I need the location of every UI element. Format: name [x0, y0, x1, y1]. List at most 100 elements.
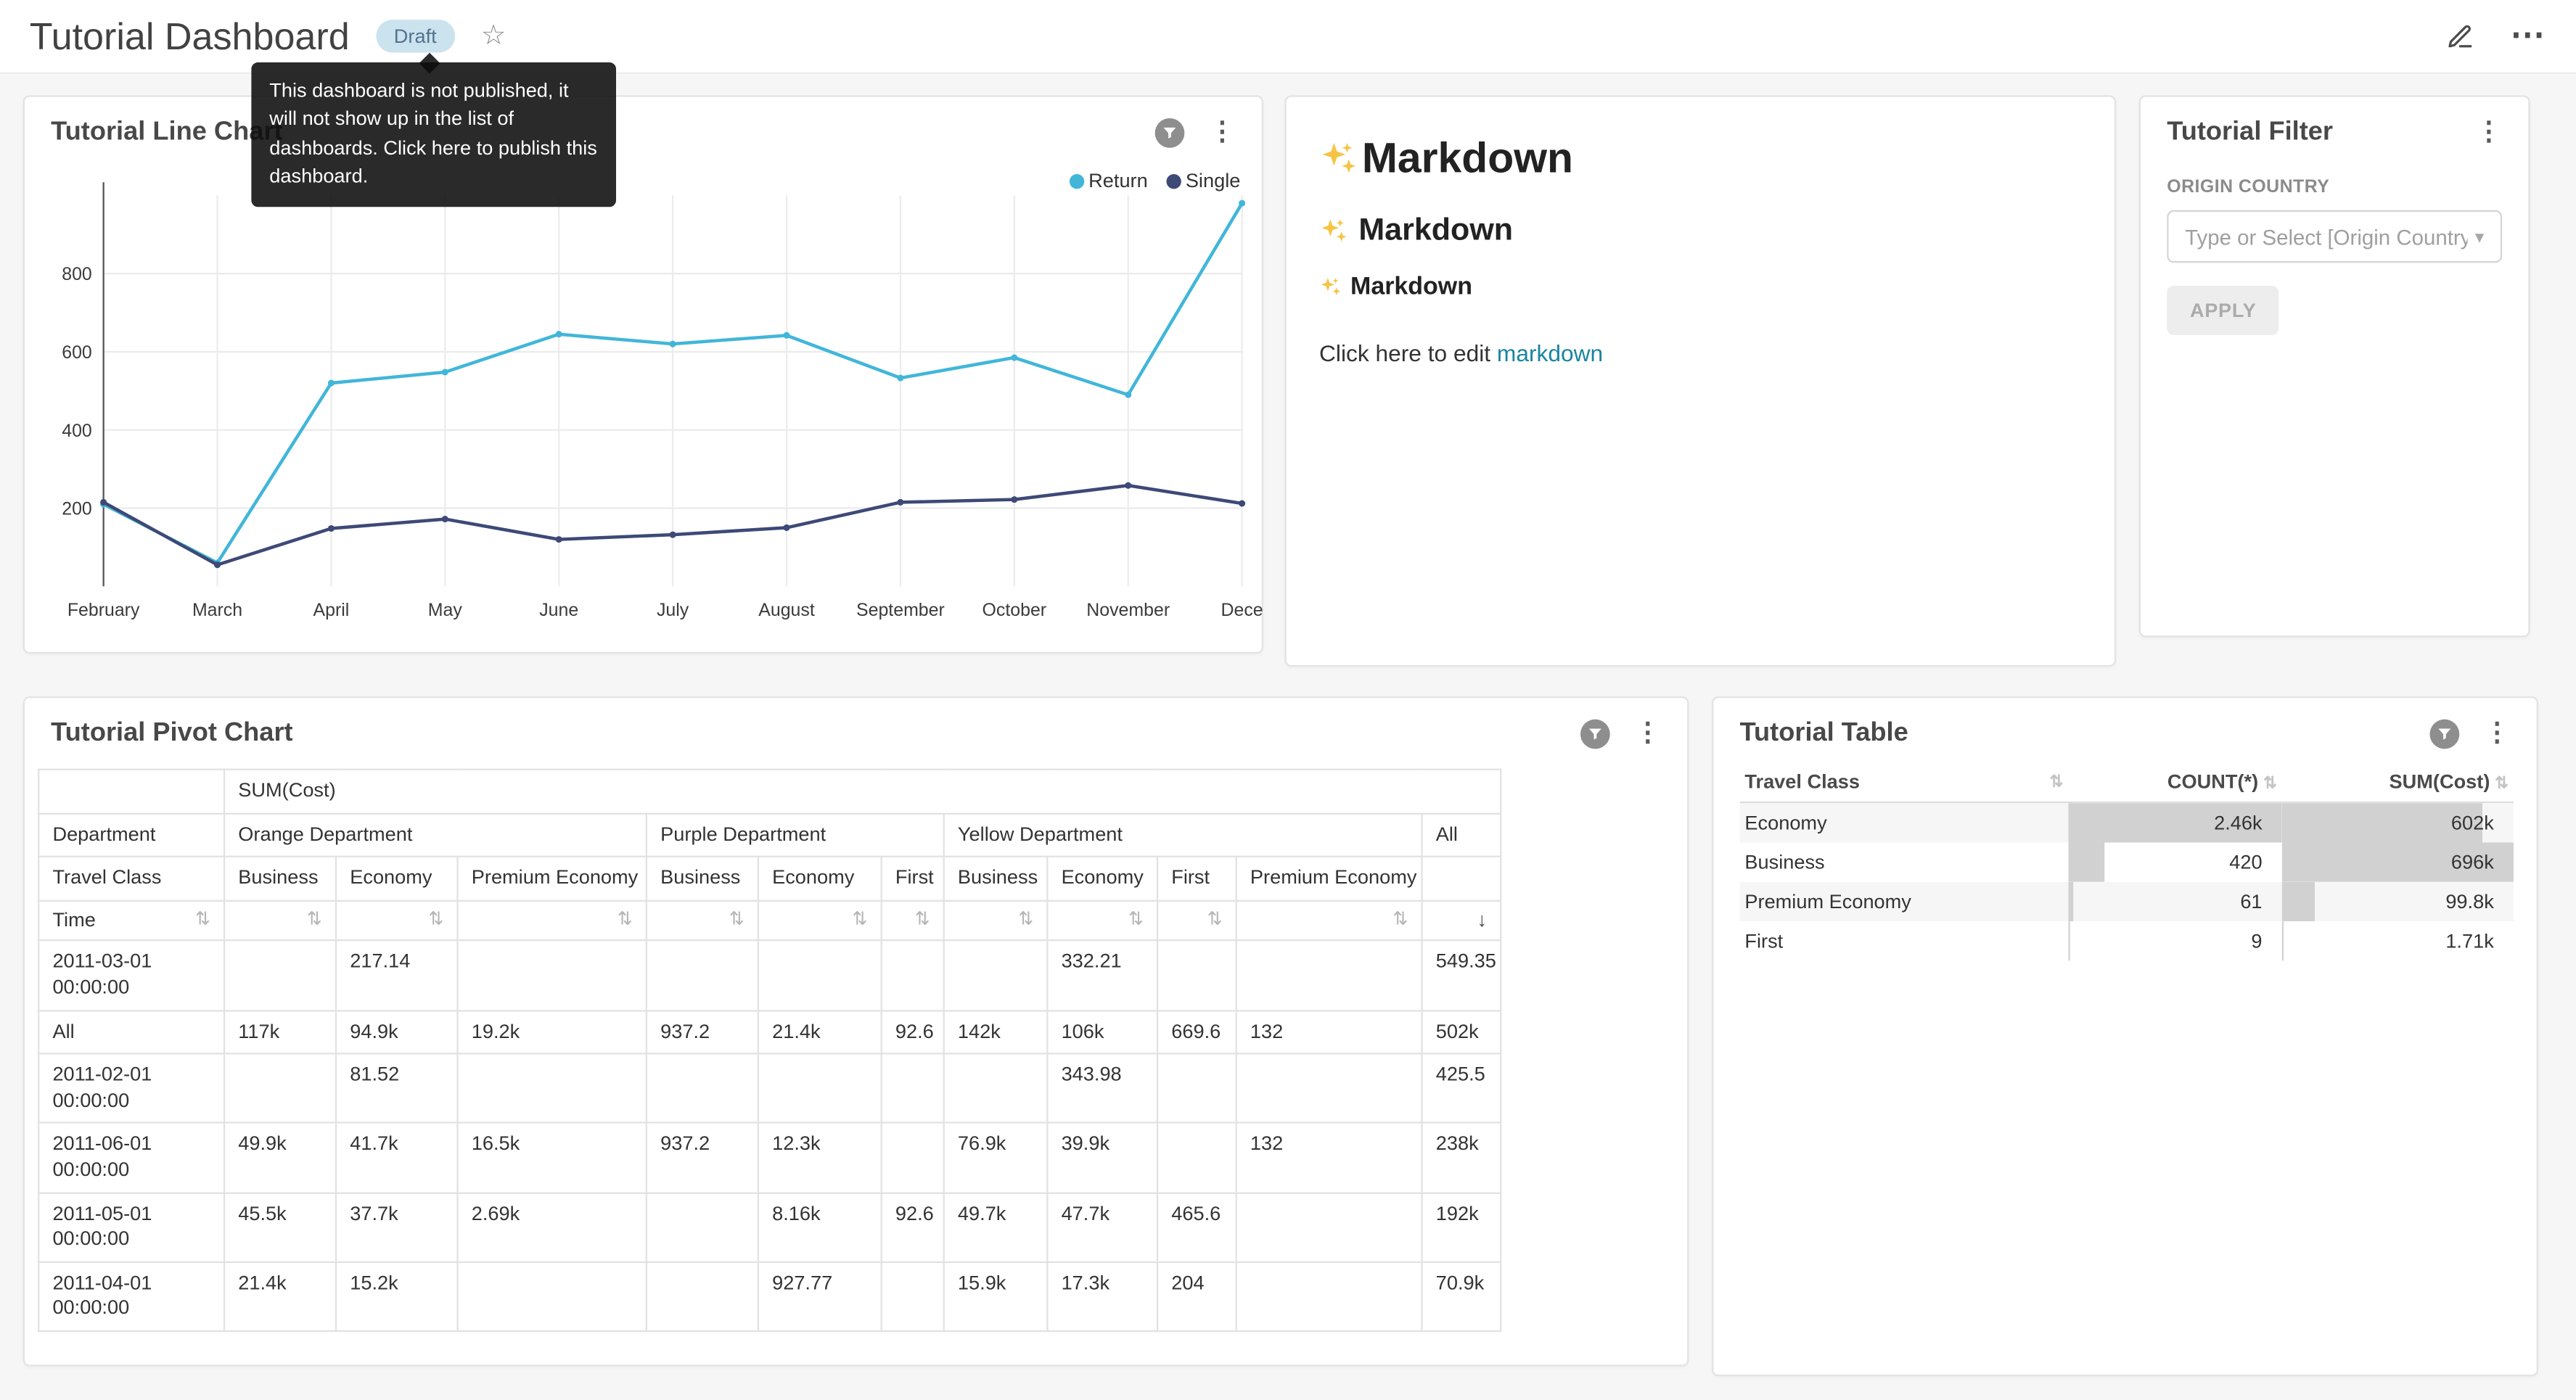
pivot-sort-toggle-icon[interactable]: ⇅ [647, 900, 758, 941]
table-cell-count: 9 [2068, 921, 2281, 960]
apply-button[interactable]: APPLY [2167, 286, 2279, 335]
pivot-time-sort[interactable]: Time⇅ [38, 900, 224, 941]
pivot-cell: 19.2k [458, 1010, 647, 1054]
pivot-sort-toggle-icon[interactable]: ⇅ [1157, 900, 1236, 941]
edit-pencil-icon[interactable] [2446, 22, 2474, 50]
pivot-cell: 81.52 [336, 1054, 458, 1124]
filter-badge-icon[interactable] [1155, 118, 1185, 148]
pivot-cell: 21.4k [224, 1261, 336, 1331]
chart-legend: Return Single [1069, 169, 1240, 192]
pivot-cell: 17.3k [1047, 1261, 1157, 1331]
pivot-metric-row: SUM(Cost) [38, 770, 1501, 813]
table-cell-travel-class: First [1740, 921, 2069, 960]
svg-text:April: April [313, 600, 350, 620]
pivot-sort-toggle-icon[interactable]: ⇅ [758, 900, 882, 941]
favorite-star-icon[interactable]: ☆ [481, 20, 506, 52]
markdown-heading-2: Markdown [1319, 213, 2082, 250]
markdown-edit-link[interactable]: markdown [1497, 340, 1603, 366]
pivot-cell [647, 941, 758, 1010]
table-row: Business420696k [1740, 841, 2514, 881]
pivot-cell [758, 1054, 882, 1124]
pivot-cell: 204 [1157, 1261, 1236, 1331]
pivot-cell [647, 1261, 758, 1331]
line-chart-card-header: Tutorial Line Chart ⋮ [25, 97, 1262, 158]
draft-badge[interactable]: Draft [376, 20, 455, 53]
pivot-col-header: First [1157, 857, 1236, 900]
col-header-sum[interactable]: SUM(Cost)⇅ [2282, 762, 2514, 802]
filter-badge-icon[interactable] [2430, 720, 2460, 749]
kebab-menu-icon[interactable]: ⋮ [1209, 120, 1235, 146]
svg-text:600: 600 [62, 342, 92, 363]
table-card-title: Tutorial Table [1740, 720, 1908, 749]
kebab-menu-icon[interactable]: ⋮ [2476, 120, 2502, 146]
pivot-cell: 2.69k [458, 1193, 647, 1262]
pivot-sort-toggle-icon[interactable]: ⇅ [224, 900, 336, 941]
pivot-cell: 332.21 [1047, 941, 1157, 1010]
svg-text:September: September [856, 600, 945, 620]
pivot-cell [944, 941, 1048, 1010]
pivot-department-row: DepartmentOrange DepartmentPurple Depart… [38, 813, 1501, 857]
pivot-sort-toggle-icon[interactable]: ⇅ [1047, 900, 1157, 941]
pivot-cell: 70.9k [1422, 1261, 1501, 1331]
select-placeholder: Type or Select [Origin Country] [2185, 224, 2468, 249]
pivot-cell [1157, 941, 1236, 1010]
pivot-col-group: Orange Department [224, 813, 647, 857]
pivot-cell: 465.6 [1157, 1193, 1236, 1262]
filter-card-title: Tutorial Filter [2167, 118, 2333, 148]
pivot-cell: 92.6 [882, 1010, 944, 1054]
pivot-sort-toggle-icon[interactable]: ⇅ [882, 900, 944, 941]
col-header-count[interactable]: COUNT(*)⇅ [2068, 762, 2281, 802]
pivot-cell [1157, 1123, 1236, 1193]
pivot-sort-row: Time⇅⇅⇅⇅⇅⇅⇅⇅⇅⇅⇅↓ [38, 900, 1501, 941]
table-cell-sum: 602k [2282, 802, 2514, 841]
sort-icon: ⇅ [2050, 773, 2064, 791]
filter-card-header: Tutorial Filter ⋮ [2141, 97, 2528, 158]
table-cell-sum: 1.71k [2282, 921, 2514, 960]
pivot-sort-toggle-icon[interactable]: ⇅ [458, 900, 647, 941]
data-table: Travel Class⇅COUNT(*)⇅SUM(Cost)⇅Economy2… [1740, 762, 2514, 960]
kebab-menu-icon[interactable]: ⋮ [1635, 721, 1661, 747]
pivot-cell [882, 941, 944, 1010]
more-options-icon[interactable]: ⋯ [2510, 26, 2546, 47]
pivot-col-header: Economy [1047, 857, 1157, 900]
sort-icon: ⇅ [2263, 775, 2277, 794]
filter-badge-icon[interactable] [1580, 720, 1610, 749]
svg-text:July: July [657, 600, 689, 620]
origin-country-select[interactable]: Type or Select [Origin Country] ▾ [2167, 210, 2502, 263]
col-header-travel-class[interactable]: Travel Class⇅ [1740, 762, 2069, 802]
sparkles-icon [1319, 275, 1342, 298]
pivot-cell: 669.6 [1157, 1010, 1236, 1054]
pivot-cell: 8.16k [758, 1193, 882, 1262]
pivot-cell [458, 1054, 647, 1124]
pivot-sort-toggle-icon[interactable]: ⇅ [1236, 900, 1422, 941]
pivot-row-label: All [38, 1010, 224, 1054]
svg-text:February: February [67, 600, 140, 620]
table-row: First91.71k [1740, 921, 2514, 960]
pivot-cell [882, 1054, 944, 1124]
pivot-cell: 106k [1047, 1010, 1157, 1054]
pivot-cell [224, 941, 336, 1010]
kebab-menu-icon[interactable]: ⋮ [2484, 721, 2510, 747]
pivot-cell: 39.9k [1047, 1123, 1157, 1193]
sort-icon: ⇅ [2495, 775, 2509, 794]
pivot-sort-desc-icon[interactable]: ↓ [1422, 900, 1501, 941]
legend-item-single[interactable]: Single [1166, 169, 1241, 192]
markdown-heading-3: Markdown [1319, 273, 2082, 300]
pivot-card-title: Tutorial Pivot Chart [51, 720, 292, 749]
table-header-row: Travel Class⇅COUNT(*)⇅SUM(Cost)⇅ [1740, 762, 2514, 802]
pivot-cell: 132 [1236, 1010, 1422, 1054]
pivot-col-header: Economy [758, 857, 882, 900]
pivot-cell [1236, 1261, 1422, 1331]
sparkles-icon [1319, 139, 1358, 178]
value-bar [2282, 921, 2283, 960]
pivot-col-header: Economy [336, 857, 458, 900]
header-actions: ⋯ [2446, 22, 2546, 50]
pivot-cell: 94.9k [336, 1010, 458, 1054]
pivot-sort-toggle-icon[interactable]: ⇅ [944, 900, 1048, 941]
pivot-sort-toggle-icon[interactable]: ⇅ [336, 900, 458, 941]
legend-item-return[interactable]: Return [1069, 169, 1148, 192]
chevron-down-icon: ▾ [2475, 226, 2485, 247]
pivot-cell: 21.4k [758, 1010, 882, 1054]
value-bar [2068, 841, 2104, 881]
pivot-col-header: Premium Economy [458, 857, 647, 900]
